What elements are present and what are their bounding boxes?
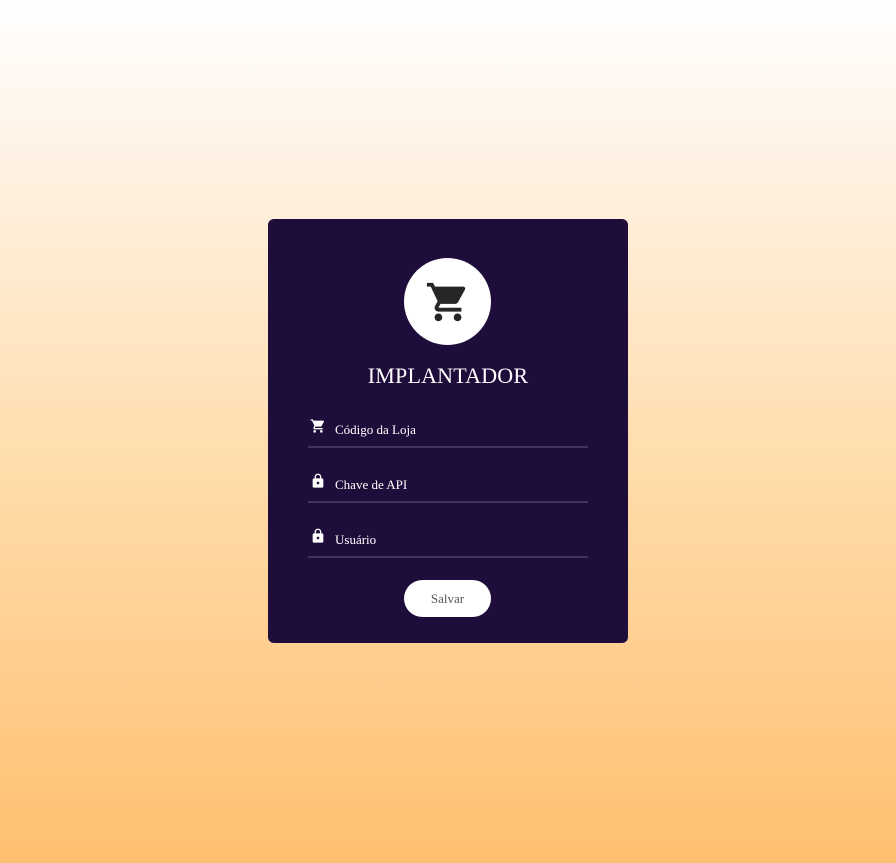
lock-icon: [310, 528, 326, 544]
api-key-field: [308, 473, 588, 503]
store-code-field: [308, 418, 588, 448]
logo-badge: [404, 258, 491, 345]
save-button[interactable]: Salvar: [404, 580, 491, 617]
login-card: IMPLANTADOR Salvar: [268, 219, 628, 643]
username-input[interactable]: [332, 529, 585, 551]
store-code-input[interactable]: [332, 419, 585, 441]
lock-icon: [310, 473, 326, 489]
shopping-cart-icon: [310, 418, 326, 434]
api-key-input[interactable]: [332, 474, 585, 496]
username-field: [308, 528, 588, 558]
page-title: IMPLANTADOR: [367, 363, 529, 388]
shopping-cart-icon: [426, 282, 465, 321]
